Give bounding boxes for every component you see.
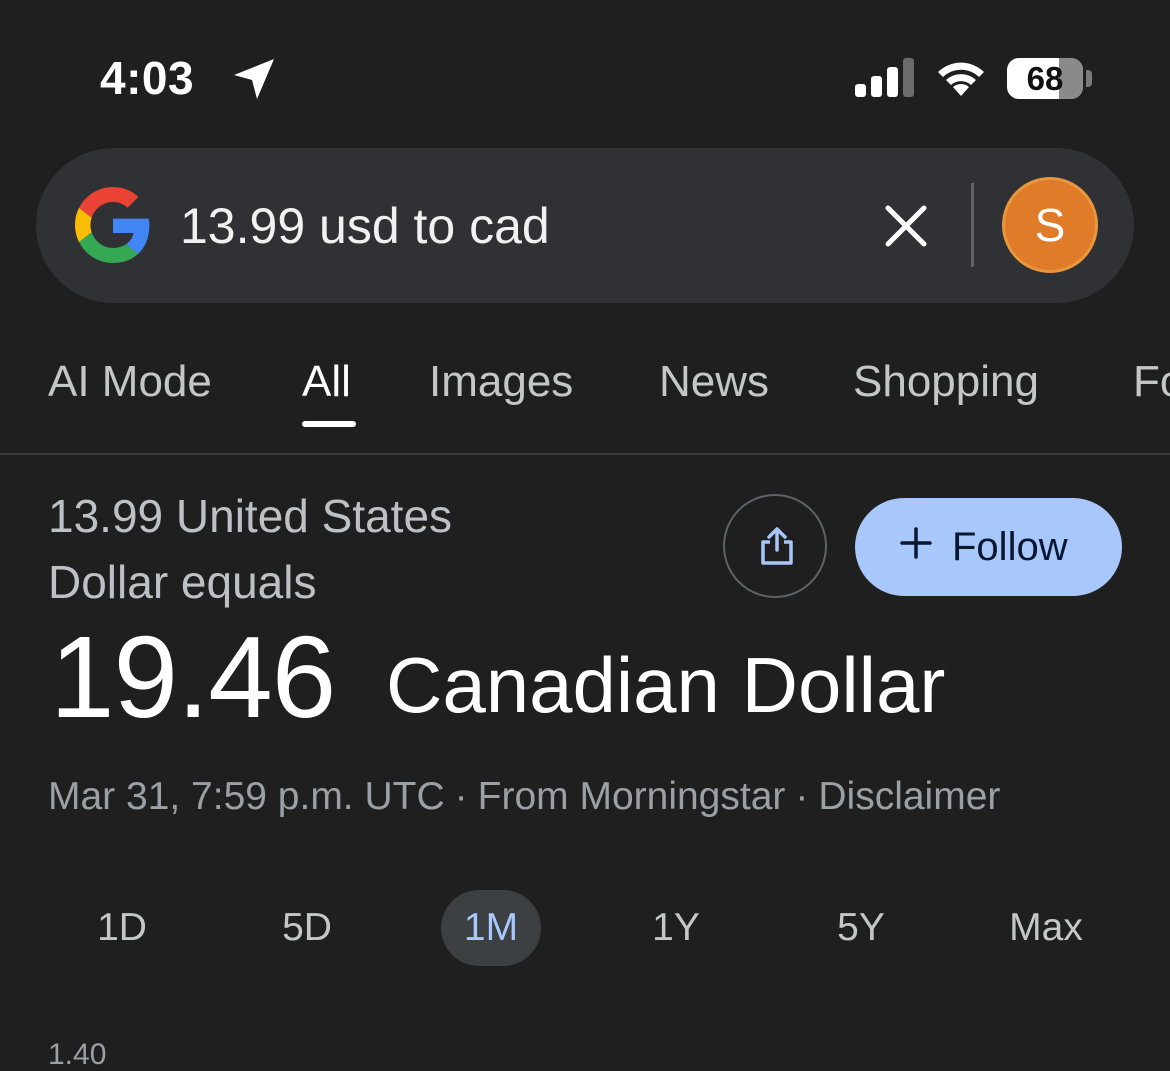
chart-axis-label-partial: 1.40 (48, 1038, 107, 1071)
tab-all[interactable]: All (302, 354, 351, 410)
tab-images[interactable]: Images (429, 354, 573, 410)
range-max[interactable]: Max (996, 890, 1096, 966)
search-input[interactable]: 13.99 usd to cad (180, 198, 550, 254)
battery-level: 68 (1026, 60, 1064, 97)
timestamp: Mar 31, 7:59 p.m. UTC (48, 775, 445, 818)
location-arrow-icon (234, 59, 274, 99)
range-1m[interactable]: 1M (441, 890, 541, 966)
source-link[interactable]: From Morningstar (478, 775, 786, 818)
search-divider (971, 183, 974, 267)
follow-button[interactable]: Follow (855, 498, 1122, 596)
share-button[interactable] (723, 494, 827, 598)
range-5y[interactable]: 5Y (821, 890, 901, 966)
tab-news[interactable]: News (659, 354, 769, 410)
battery-icon: 68 (1007, 58, 1083, 99)
tabs-divider (0, 453, 1170, 455)
range-5d[interactable]: 5D (267, 890, 347, 966)
wifi-icon (938, 62, 984, 96)
google-logo-icon (75, 187, 150, 263)
cellular-signal-icon (855, 58, 914, 97)
converted-amount: 19.46 (50, 612, 336, 742)
close-icon[interactable] (880, 200, 932, 252)
from-amount-line-2: Dollar equals (48, 556, 317, 608)
result-meta: Mar 31, 7:59 p.m. UTC · From Morningstar · D… (48, 770, 1000, 824)
converted-currency: Canadian Dollar (386, 641, 946, 729)
status-time: 4:03 (100, 52, 195, 104)
from-amount-line-1: 13.99 United States (48, 490, 453, 542)
plus-icon (900, 527, 932, 559)
range-1d[interactable]: 1D (82, 890, 162, 966)
share-icon (761, 527, 793, 565)
separator: · (795, 775, 809, 818)
follow-label: Follow (952, 525, 1068, 569)
tab-more-partial[interactable]: Fo (1133, 354, 1170, 410)
separator: · (454, 775, 468, 818)
range-1y[interactable]: 1Y (636, 890, 716, 966)
active-tab-indicator (302, 421, 356, 427)
tab-ai-mode[interactable]: AI Mode (48, 354, 212, 410)
avatar[interactable]: S (1002, 177, 1098, 273)
disclaimer-link[interactable]: Disclaimer (818, 775, 1000, 818)
battery-tip (1086, 70, 1092, 87)
tab-shopping[interactable]: Shopping (853, 354, 1039, 410)
